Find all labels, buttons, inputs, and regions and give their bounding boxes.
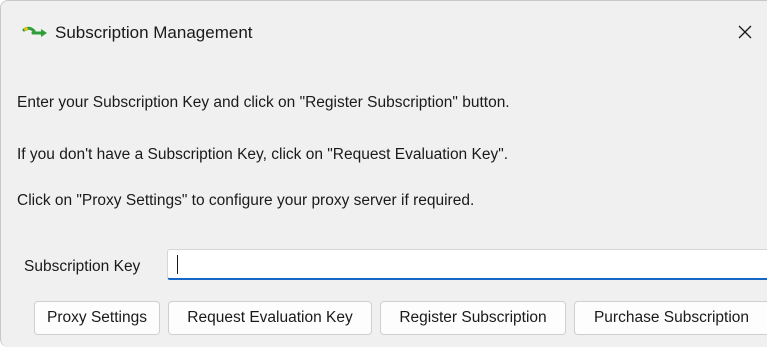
title-bar: Subscription Management	[1, 1, 767, 65]
instruction-proxy: Click on "Proxy Settings" to configure y…	[17, 192, 475, 209]
close-icon	[737, 24, 753, 40]
text-caret	[177, 255, 178, 274]
subscription-dialog: Subscription Management Enter your Subsc…	[0, 0, 767, 347]
green-arrow-icon	[22, 25, 50, 39]
subscription-key-input[interactable]	[167, 249, 767, 280]
instruction-evaluation: If you don't have a Subscription Key, cl…	[17, 146, 509, 163]
proxy-settings-button[interactable]: Proxy Settings	[34, 301, 160, 335]
purchase-subscription-button[interactable]: Purchase Subscription	[574, 301, 767, 335]
register-subscription-button[interactable]: Register Subscription	[380, 301, 566, 335]
window-title: Subscription Management	[55, 23, 253, 42]
request-evaluation-key-button[interactable]: Request Evaluation Key	[168, 301, 372, 335]
subscription-key-label: Subscription Key	[24, 258, 141, 275]
close-button[interactable]	[722, 12, 767, 52]
instruction-register: Enter your Subscription Key and click on…	[17, 94, 510, 111]
